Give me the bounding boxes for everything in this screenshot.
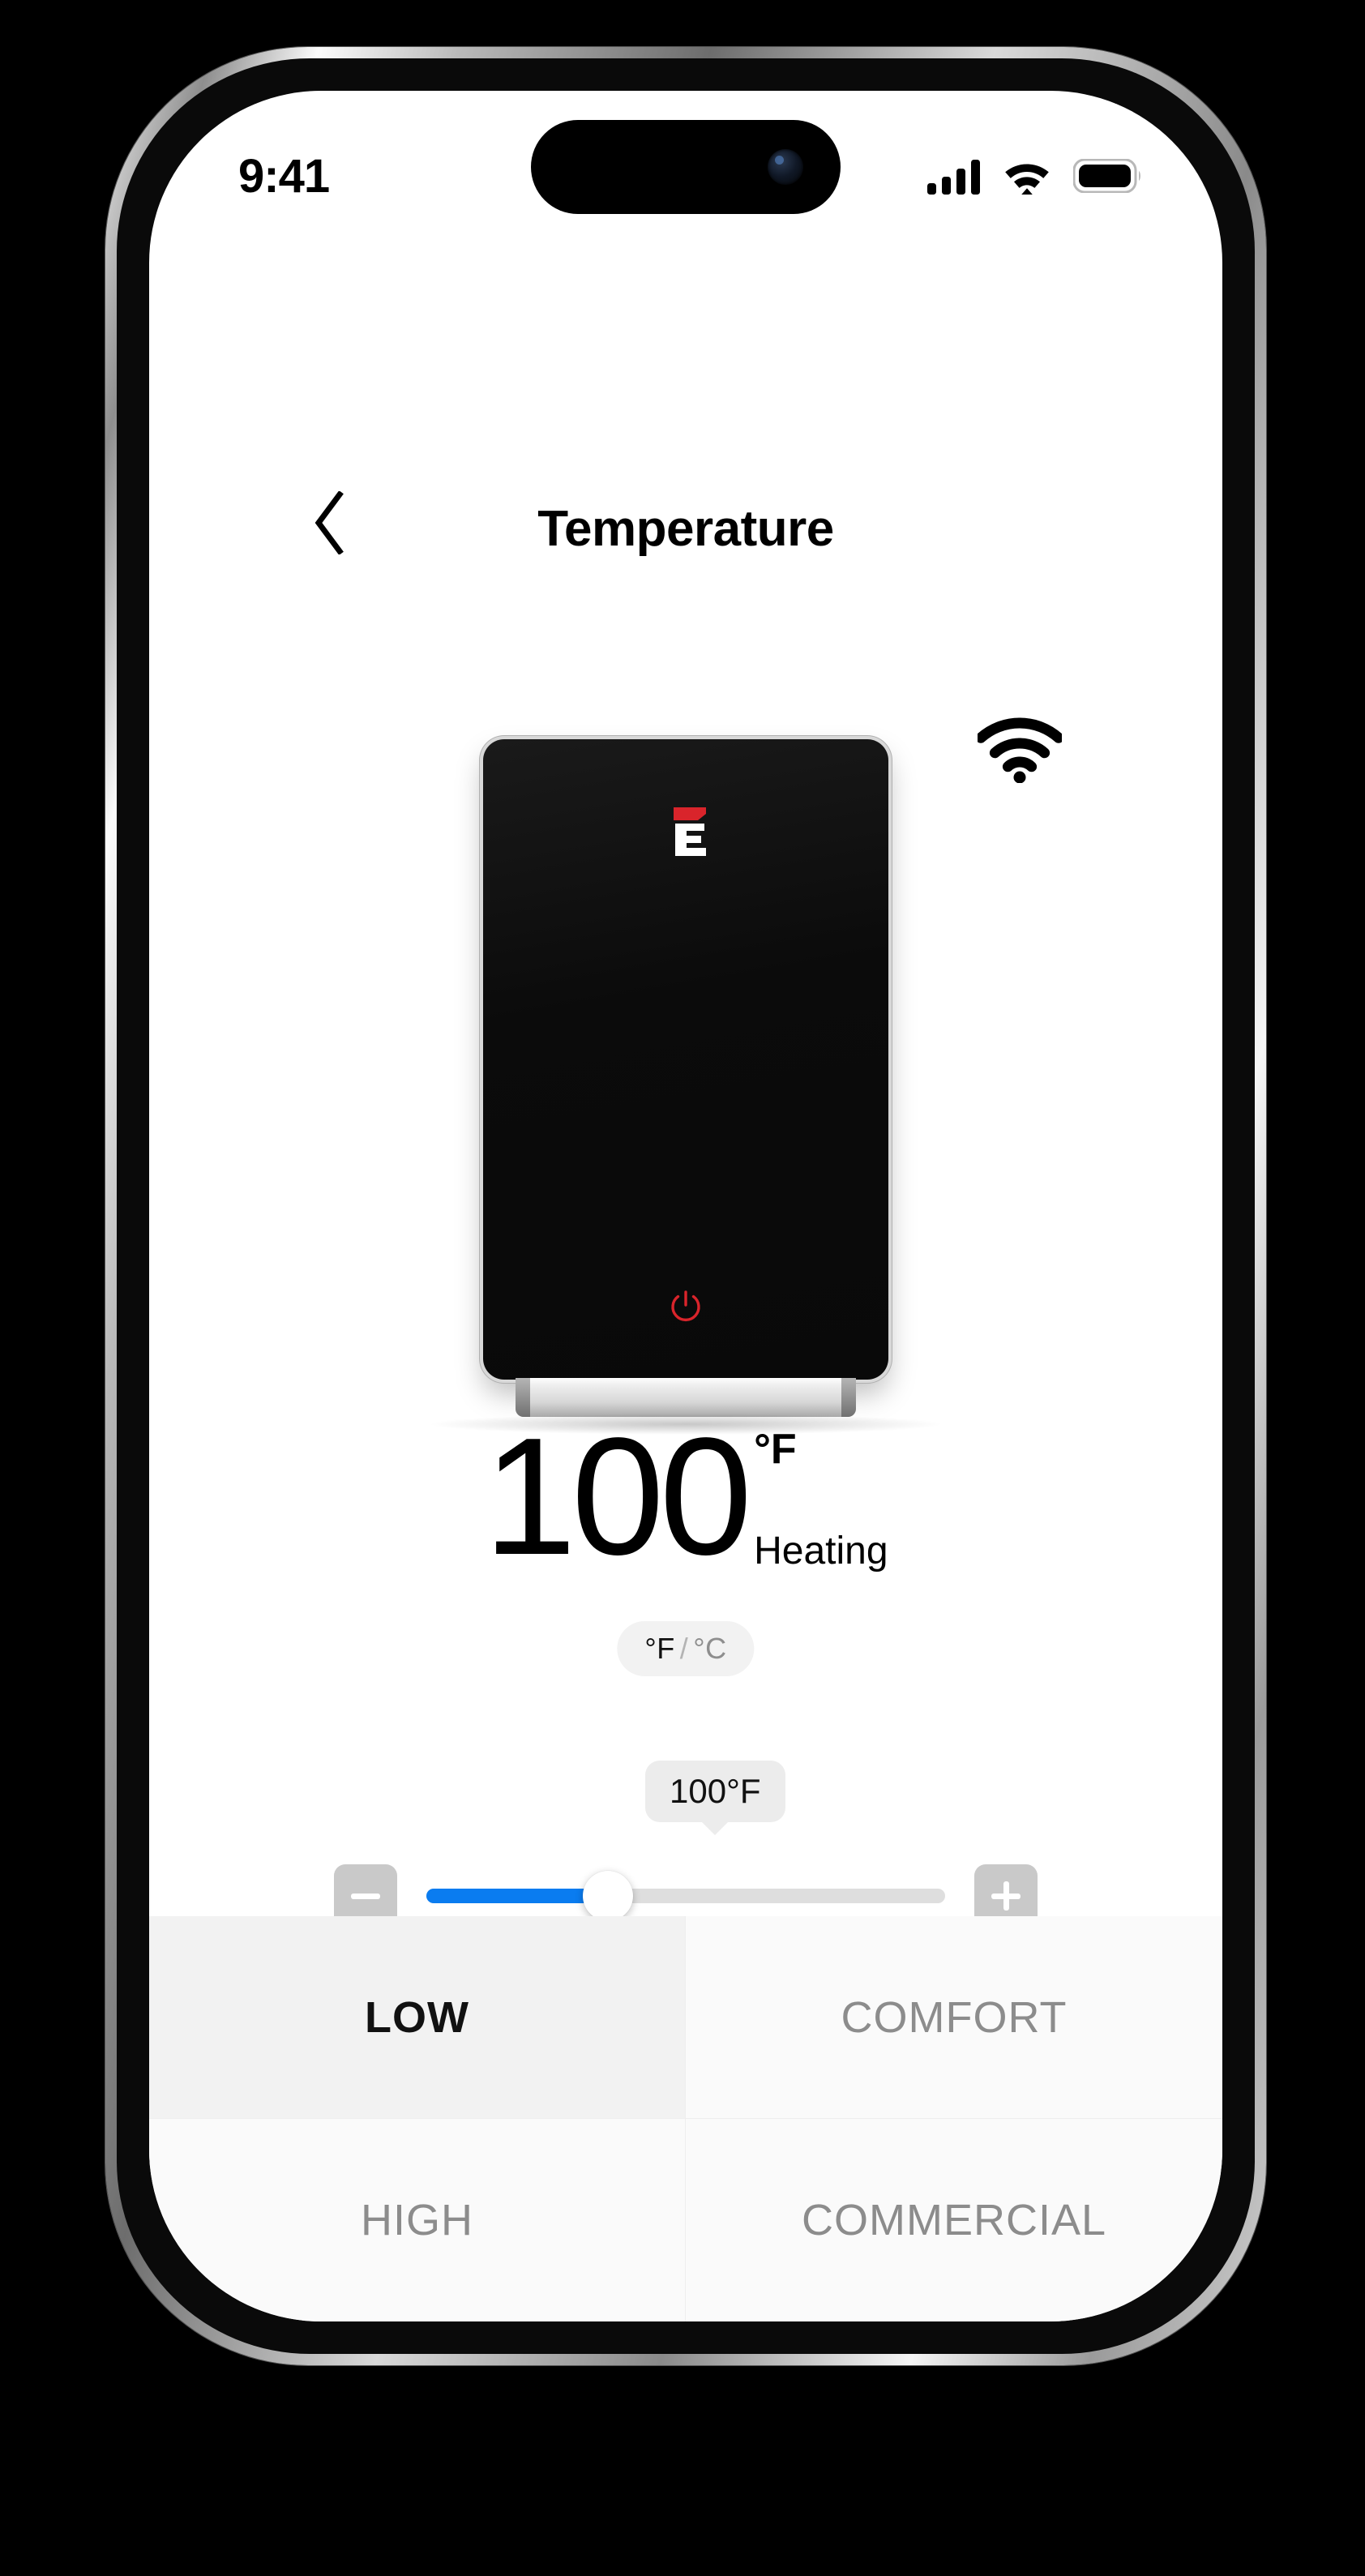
unit-toggle[interactable]: °F / °C — [617, 1621, 755, 1676]
mode-label: LOW — [365, 1992, 469, 2042]
wifi-icon — [1002, 157, 1052, 195]
temperature-state: Heating — [754, 1530, 888, 1573]
slider-track-fill — [426, 1889, 608, 1903]
back-button[interactable] — [291, 480, 369, 569]
minus-icon — [351, 1881, 380, 1911]
dynamic-island — [531, 120, 841, 214]
mode-label: COMMERCIAL — [801, 2196, 1107, 2244]
status-bar-indicators — [927, 157, 1141, 195]
water-heater-device — [426, 739, 945, 1435]
unit-toggle-separator: / — [679, 1632, 689, 1665]
screenshot-stage: 9:41 Temperature 100 °F Heating °F / °C … — [0, 0, 1365, 2576]
cellular-bars-icon — [927, 157, 981, 195]
device-body — [483, 739, 888, 1380]
battery-full-icon — [1073, 159, 1141, 193]
temperature-unit: °F — [754, 1426, 797, 1473]
temperature-readout: 100 °F Heating — [149, 1403, 1222, 1590]
unit-toggle-celsius[interactable]: °C — [693, 1632, 726, 1665]
mode-button-low[interactable]: LOW — [149, 1916, 686, 2119]
phone-screen: 9:41 Temperature 100 °F Heating °F / °C … — [149, 91, 1222, 2321]
mode-button-high[interactable]: HIGH — [149, 2119, 686, 2321]
front-camera-icon — [768, 149, 803, 185]
slider-thumb[interactable] — [583, 1871, 633, 1921]
phone-bezel: 9:41 Temperature 100 °F Heating °F / °C … — [117, 58, 1255, 2354]
brand-e-logo-icon — [662, 806, 709, 858]
device-hero — [149, 691, 1222, 1435]
app-header: Temperature — [149, 480, 1222, 577]
mode-grid: LOW COMFORT HIGH COMMERCIAL — [149, 1916, 1222, 2321]
plus-icon — [991, 1881, 1021, 1911]
temperature-value: 100 — [483, 1403, 752, 1590]
slider-track[interactable] — [426, 1871, 945, 1921]
temperature-slider-area: 100°F — [149, 1761, 1222, 1939]
chevron-left-icon — [312, 490, 348, 558]
status-bar-time: 9:41 — [238, 149, 330, 203]
phone-device-frame: 9:41 Temperature 100 °F Heating °F / °C … — [105, 47, 1266, 2365]
mode-button-comfort[interactable]: COMFORT — [686, 1916, 1222, 2119]
unit-toggle-fahrenheit[interactable]: °F — [644, 1632, 674, 1665]
mode-button-commercial[interactable]: COMMERCIAL — [686, 2119, 1222, 2321]
mode-label: HIGH — [361, 2196, 473, 2244]
device-wifi-status-icon[interactable] — [978, 713, 1062, 786]
mode-label: COMFORT — [841, 1992, 1068, 2042]
power-icon — [667, 1289, 704, 1326]
slider-value-tooltip: 100°F — [645, 1761, 785, 1822]
